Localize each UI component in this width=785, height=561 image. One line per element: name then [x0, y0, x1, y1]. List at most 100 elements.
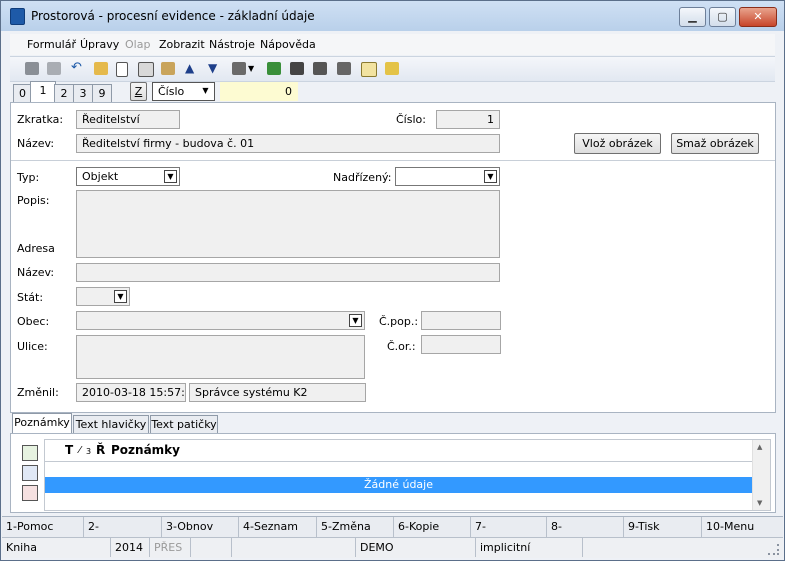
typ-select[interactable]: Objekt ▼ [76, 167, 180, 186]
ulice-label: Ulice: [17, 340, 48, 353]
stat-select[interactable]: ▼ [76, 287, 130, 306]
undo-icon[interactable]: ↶ [71, 61, 85, 75]
open-folder-icon[interactable] [94, 62, 108, 75]
scroll-down-icon[interactable]: ▼ [757, 499, 762, 507]
save-all-icon[interactable] [47, 62, 61, 75]
menu-napoveda[interactable]: Nápověda [260, 38, 316, 51]
ulice-field[interactable] [76, 335, 365, 379]
subtab-text-paticky[interactable]: Text patičky [150, 415, 218, 434]
empty-row[interactable]: Žádné údaje [45, 477, 752, 493]
zmenil-date-field[interactable]: 2010-03-18 15:57:00 [76, 383, 186, 402]
menu-zobrazit[interactable]: Zobrazit [159, 38, 205, 51]
menu-upravy[interactable]: Úpravy [80, 38, 119, 51]
adresa-label: Adresa [17, 242, 55, 255]
cpop-field[interactable] [421, 311, 501, 330]
menu-olap[interactable]: Olap [125, 38, 150, 51]
dropdown-arrow-icon[interactable]: ▼ [248, 62, 262, 75]
new-document-icon[interactable] [116, 62, 128, 77]
chevron-down-icon: ▼ [164, 170, 177, 183]
grid-header: T ⁄ 3 Ř Poznámky [45, 440, 752, 462]
app-icon [10, 8, 25, 25]
filter-icon[interactable] [267, 62, 281, 75]
col-t[interactable]: T [65, 443, 73, 457]
edit-note-icon[interactable] [22, 465, 38, 481]
chevron-down-icon: ▼ [114, 290, 127, 303]
chevron-down-icon: ▼ [484, 170, 497, 183]
resize-grip-icon[interactable] [768, 544, 779, 555]
save-icon[interactable] [25, 62, 39, 75]
cislo-label: Číslo: [396, 113, 426, 126]
fkey-5[interactable]: 5-Změna [317, 517, 394, 537]
arrow-up-icon[interactable]: ▲ [185, 62, 199, 75]
zmenil-label: Změnil: [17, 386, 59, 399]
scroll-up-icon[interactable]: ▲ [757, 443, 762, 451]
typ-value: Objekt [82, 170, 119, 183]
title-bar: Prostorová - procesní evidence - základn… [1, 1, 784, 31]
zkratka-label: Zkratka: [17, 113, 64, 126]
col-r[interactable]: Ř [96, 443, 105, 457]
menu-formular[interactable]: Formulář [27, 38, 76, 51]
binoculars-icon[interactable] [290, 62, 304, 75]
status-demo: DEMO [356, 538, 476, 557]
fkey-4[interactable]: 4-Seznam [239, 517, 317, 537]
status-empty-2 [232, 538, 356, 557]
status-year: 2014 [111, 538, 150, 557]
adresa-nazev-field[interactable] [76, 263, 500, 282]
fkey-6[interactable]: 6-Kopie [394, 517, 471, 537]
tab-1[interactable]: 1 [30, 81, 56, 103]
smaz-obrazek-button[interactable]: Smaž obrázek [671, 133, 759, 154]
tab-3[interactable]: 3 [73, 84, 93, 103]
divider [11, 160, 775, 161]
camera-icon[interactable] [232, 62, 246, 75]
maximize-button[interactable]: ▢ [709, 7, 736, 27]
tab-2[interactable]: 2 [54, 84, 74, 103]
zmenil-user-field[interactable]: Správce systému K2 [189, 383, 366, 402]
popis-label: Popis: [17, 194, 50, 207]
z-button[interactable]: Z [130, 82, 147, 101]
fkey-10[interactable]: 10-Menu [702, 517, 783, 537]
subtab-poznamky[interactable]: Poznámky [12, 413, 72, 434]
fkey-2[interactable]: 2- [84, 517, 162, 537]
obec-label: Obec: [17, 315, 50, 328]
window-title: Prostorová - procesní evidence - základn… [31, 9, 315, 23]
stat-label: Stát: [17, 291, 44, 304]
notepad-icon[interactable] [385, 62, 399, 75]
binoculars-next-icon[interactable] [313, 62, 327, 75]
tab-9[interactable]: 9 [92, 84, 112, 103]
fkey-8[interactable]: 8- [547, 517, 624, 537]
zkratka-field[interactable]: Ředitelství [76, 110, 180, 129]
col-poznamky[interactable]: Poznámky [111, 443, 180, 457]
obec-select[interactable]: ▼ [76, 311, 365, 330]
menu-nastroje[interactable]: Nástroje [209, 38, 255, 51]
copy-icon[interactable] [138, 62, 154, 77]
fkey-9[interactable]: 9-Tisk [624, 517, 702, 537]
sort-select-value: Číslo [158, 85, 185, 98]
add-note-icon[interactable] [22, 445, 38, 461]
nazev-field[interactable]: Ředitelství firmy - budova č. 01 [76, 134, 500, 153]
vertical-scrollbar[interactable]: ▲ ▼ [752, 440, 770, 510]
col-slash: ⁄ [79, 445, 81, 456]
fkey-7[interactable]: 7- [471, 517, 547, 537]
status-empty-1 [191, 538, 232, 557]
envelope-icon[interactable] [361, 62, 377, 77]
fkey-1[interactable]: 1-Pomoc [2, 517, 84, 537]
popis-field[interactable] [76, 190, 500, 258]
nadrizeny-select[interactable]: ▼ [395, 167, 500, 186]
delete-note-icon[interactable] [22, 485, 38, 501]
close-button[interactable]: ✕ [739, 7, 777, 27]
arrow-down-icon[interactable]: ▼ [208, 62, 222, 75]
vloz-obrazek-button[interactable]: Vlož obrázek [574, 133, 661, 154]
minimize-button[interactable]: ▁ [679, 7, 706, 27]
cpop-label: Č.pop.: [379, 315, 419, 328]
adresa-nazev-label: Název: [17, 266, 55, 279]
book-icon[interactable] [161, 62, 175, 75]
chevron-down-icon: ▼ [349, 314, 362, 327]
binoculars-prev-icon[interactable] [337, 62, 351, 75]
fkey-3[interactable]: 3-Obnov [162, 517, 239, 537]
cislo-field[interactable]: 1 [436, 110, 500, 129]
sort-value-field[interactable]: 0 [220, 82, 298, 101]
cor-field[interactable] [421, 335, 501, 354]
status-mode: implicitní [476, 538, 583, 557]
sort-select[interactable]: Číslo ▼ [152, 82, 215, 101]
subtab-text-hlavicky[interactable]: Text hlavičky [73, 415, 149, 434]
